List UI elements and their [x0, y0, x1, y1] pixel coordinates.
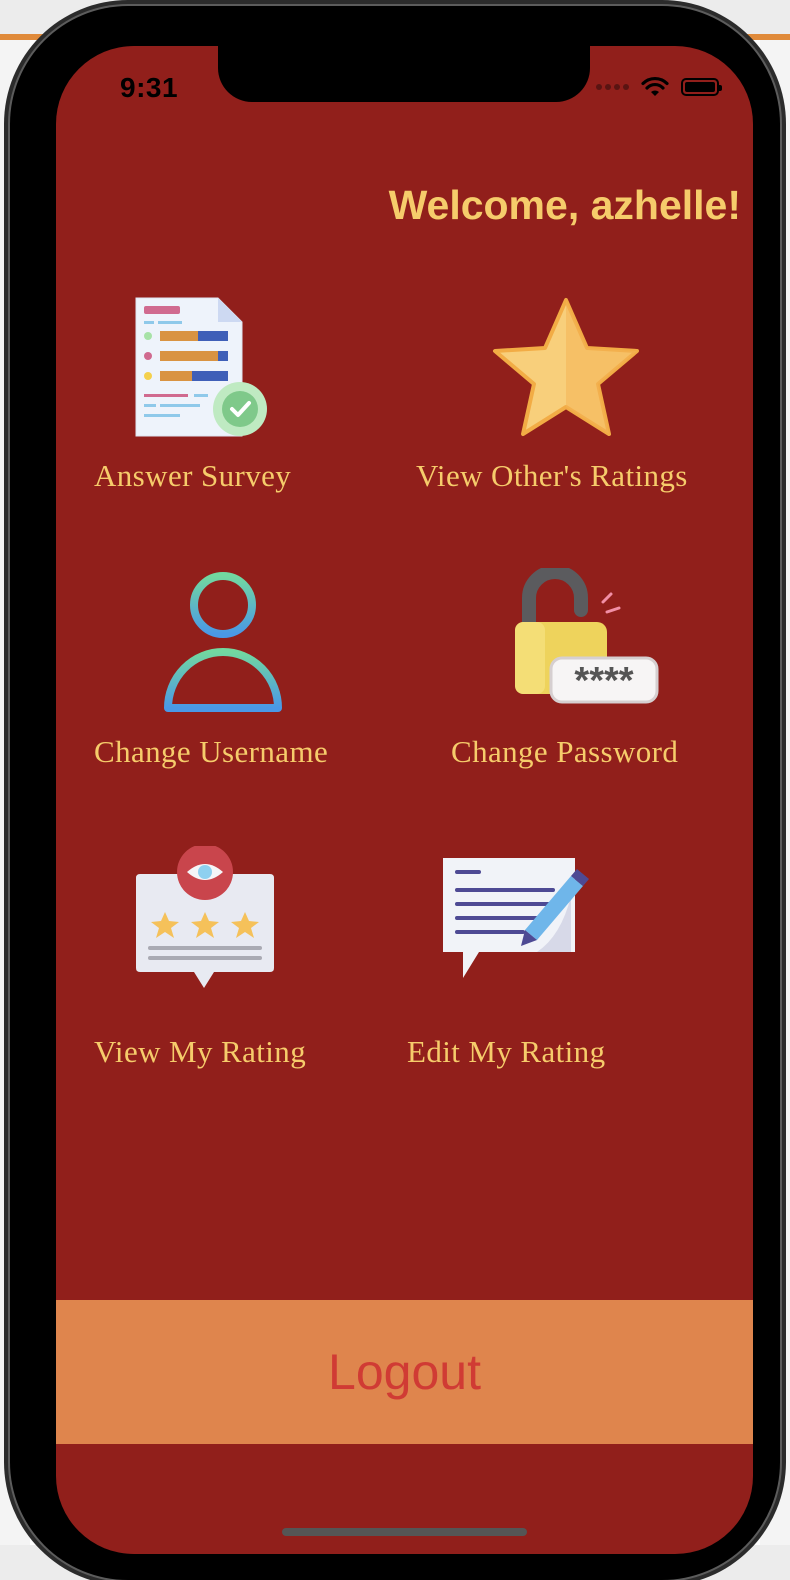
change-username-button[interactable]: Change Username	[86, 568, 386, 788]
padlock-password-icon: ****	[515, 568, 659, 704]
answer-survey-button[interactable]: Answer Survey	[86, 294, 366, 514]
edit-my-rating-label: Edit My Rating	[407, 1034, 606, 1069]
edit-my-rating-button[interactable]: Edit My Rating	[401, 846, 681, 1069]
answer-survey-label: Answer Survey	[94, 458, 292, 493]
app-screen: 9:31 Welcome, azhelle! Answer Survey Vie…	[56, 46, 753, 1554]
svg-text:****: ****	[574, 660, 633, 702]
survey-document-icon	[135, 297, 267, 437]
change-username-label: Change Username	[94, 734, 329, 769]
rating-review-icon	[136, 846, 274, 988]
wifi-icon	[641, 76, 669, 96]
welcome-heading: Welcome, azhelle!	[388, 182, 741, 228]
change-password-button[interactable]: **** Change Password	[451, 568, 731, 788]
home-indicator	[282, 1528, 527, 1536]
cellular-signal-icon	[596, 84, 629, 90]
edit-message-icon	[443, 858, 589, 978]
view-others-ratings-button[interactable]: View Other's Ratings	[411, 294, 731, 514]
view-others-ratings-label: View Other's Ratings	[416, 458, 688, 493]
change-password-label: Change Password	[451, 734, 679, 769]
status-time: 9:31	[120, 72, 179, 103]
user-icon	[164, 572, 282, 712]
view-my-rating-label: View My Rating	[94, 1034, 307, 1069]
star-icon	[493, 298, 639, 436]
status-icons	[596, 76, 722, 98]
battery-icon	[681, 78, 722, 96]
logout-button[interactable]: Logout	[56, 1300, 753, 1444]
phone-frame: 9:31 Welcome, azhelle! Answer Survey Vie…	[10, 6, 780, 1580]
view-my-rating-button[interactable]: View My Rating	[86, 846, 366, 1069]
notch	[218, 46, 590, 102]
